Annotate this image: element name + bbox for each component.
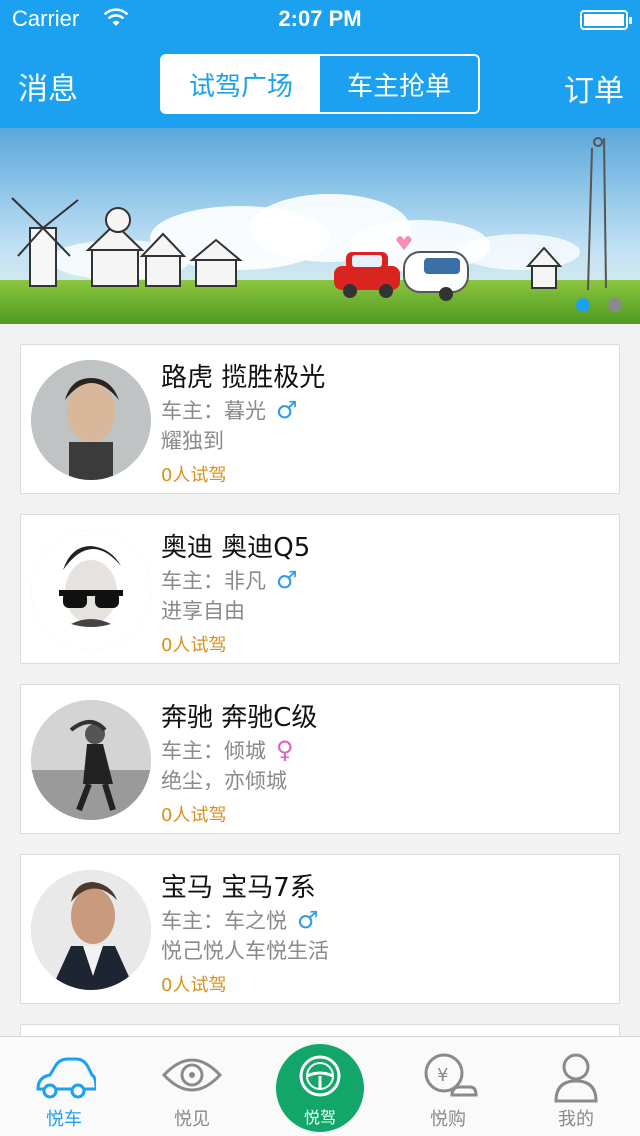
page-dot-active[interactable]	[576, 298, 590, 312]
page-dot[interactable]	[608, 298, 622, 312]
test-drive-count: 0人试驾	[161, 805, 227, 826]
battery-icon	[580, 10, 632, 30]
car-icon	[36, 1057, 96, 1099]
segment-control: 试驾广场 车主抢单	[160, 54, 480, 114]
slogan: 进享自由	[161, 599, 245, 623]
owner-name: 车主：非凡	[161, 569, 266, 593]
owner-name: 车主：暮光	[161, 399, 266, 423]
banner-illustration	[0, 128, 640, 324]
tab-yuejia[interactable]: 悦驾	[276, 1044, 364, 1132]
test-drive-count: 0人试驾	[161, 635, 227, 656]
list-item[interactable]: 奥迪 奥迪Q5 车主：非凡 ♂ 进享自由 0人试驾	[20, 514, 620, 664]
test-drive-count: 0人试驾	[161, 975, 227, 996]
tab-label: 悦车	[46, 1109, 82, 1130]
tab-test-drive-plaza[interactable]: 试驾广场	[162, 56, 320, 112]
eye-icon	[161, 1058, 223, 1092]
male-icon: ♂	[276, 396, 298, 424]
list-item[interactable]: 奔驰 奔驰C级 车主：倾城 ♀ 绝尘，亦倾城 0人试驾	[20, 684, 620, 834]
male-icon: ♂	[297, 906, 319, 934]
female-icon: ♀	[276, 736, 294, 764]
tab-label: 我的	[558, 1109, 594, 1130]
slogan: 耀独到	[161, 429, 224, 453]
owner-row: 车主：暮光 ♂	[161, 395, 298, 425]
tab-owner-grab-order[interactable]: 车主抢单	[320, 56, 478, 112]
nav-bar: 消息 试驾广场 车主抢单 订单	[0, 40, 640, 128]
tab-wode[interactable]: 我的	[512, 1037, 640, 1136]
svg-text:¥: ¥	[437, 1065, 448, 1086]
user-icon	[554, 1053, 598, 1103]
owner-name: 车主：车之悦	[161, 909, 287, 933]
slogan: 悦己悦人车悦生活	[161, 939, 329, 963]
banner-carousel[interactable]	[0, 128, 640, 324]
tab-label: 悦驾	[303, 1108, 336, 1127]
avatar	[31, 530, 151, 650]
owner-row: 车主：倾城 ♀	[161, 735, 294, 765]
car-title: 路虎 揽胜极光	[161, 363, 326, 393]
banner-page-indicator	[576, 298, 622, 312]
steering-wheel-icon	[299, 1055, 341, 1097]
tab-label: 悦购	[430, 1109, 466, 1130]
owner-name: 车主：倾城	[161, 739, 266, 763]
owner-row: 车主：非凡 ♂	[161, 565, 298, 595]
messages-button[interactable]: 消息	[18, 64, 78, 108]
male-icon: ♂	[276, 566, 298, 594]
car-title: 宝马 宝马7系	[161, 873, 316, 903]
tab-yueche[interactable]: 悦车	[0, 1037, 128, 1136]
owner-row: 车主：车之悦 ♂	[161, 905, 319, 935]
slogan: 绝尘，亦倾城	[161, 769, 287, 793]
tab-yuegou[interactable]: ¥ 悦购	[384, 1037, 512, 1136]
list-item[interactable]: 宝马 宝马7系 车主：车之悦 ♂ 悦己悦人车悦生活 0人试驾	[20, 854, 620, 1004]
avatar	[31, 700, 151, 820]
status-time: 2:07 PM	[278, 6, 362, 31]
tab-yuejian[interactable]: 悦见	[128, 1037, 256, 1136]
test-drive-count: 0人试驾	[161, 465, 227, 486]
orders-button[interactable]: 订单	[564, 66, 624, 110]
list-item[interactable]: 路虎 揽胜极光 车主：暮光 ♂ 耀独到 0人试驾	[20, 344, 620, 494]
status-bar: Carrier 2:07 PM	[0, 0, 640, 40]
avatar	[31, 360, 151, 480]
shopping-icon: ¥	[424, 1053, 478, 1097]
car-title: 奥迪 奥迪Q5	[161, 533, 311, 563]
car-title: 奔驰 奔驰C级	[161, 703, 318, 733]
tab-label: 悦见	[174, 1109, 210, 1130]
avatar	[31, 870, 151, 990]
